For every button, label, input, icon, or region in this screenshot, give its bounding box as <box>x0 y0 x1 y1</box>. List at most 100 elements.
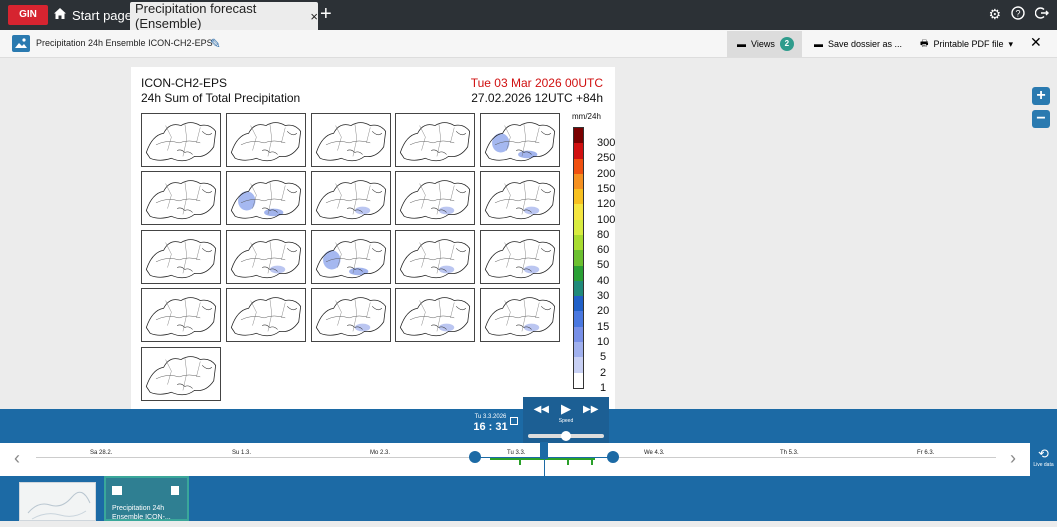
range-end-handle[interactable] <box>607 451 619 463</box>
figure-valid-time: Tue 03 Mar 2026 00UTC <box>470 76 603 90</box>
dossier-thumbnail[interactable] <box>19 482 96 521</box>
colorbar-label: 120 <box>597 198 616 211</box>
ensemble-member-map <box>395 113 475 167</box>
colorbar-segment <box>574 265 583 281</box>
colorbar-label: 20 <box>597 305 610 318</box>
current-time-display[interactable]: Tu 3.3.2026 16 : 31 <box>458 409 523 443</box>
colorbar-label: 300 <box>597 137 616 149</box>
colorbar-label: 2 <box>600 366 607 379</box>
range-start-handle[interactable] <box>469 451 481 463</box>
tab-start-page[interactable]: Start page <box>53 2 132 28</box>
live-data-label: Live data <box>1033 462 1054 468</box>
dossier-item-label: Precipitation 24h <box>112 505 165 512</box>
speed-slider-handle[interactable] <box>561 431 571 441</box>
colorbar-segment <box>574 204 583 220</box>
timeline-next-icon[interactable]: › <box>1010 448 1016 469</box>
views-label: Views <box>751 39 775 49</box>
timeline-prev-icon[interactable]: ‹ <box>14 448 20 469</box>
folder-icon: ▬ <box>737 39 746 49</box>
tab-precipitation-forecast[interactable]: Precipitation forecast (Ensemble) × <box>130 1 318 31</box>
timeline-day-label[interactable]: We 4.3. <box>644 450 665 456</box>
zoom-out-button[interactable]: − <box>1032 110 1050 128</box>
ensemble-member-map <box>141 347 221 401</box>
ensemble-member-map <box>311 171 391 225</box>
colorbar-label: 100 <box>597 213 616 226</box>
timeline-day-label[interactable]: Su 1.3. <box>232 450 251 456</box>
views-button[interactable]: ▬ Views 2 <box>727 31 802 57</box>
availability-tick <box>519 458 521 465</box>
colorbar <box>573 127 584 389</box>
logout-icon[interactable] <box>1034 6 1049 23</box>
history-icon: ⟲ <box>1038 446 1049 461</box>
colorbar-label: 15 <box>597 320 610 333</box>
colorbar-segment <box>574 128 583 144</box>
colorbar-segment <box>574 219 583 235</box>
timeline-day-label[interactable]: Fr 6.3. <box>917 450 934 456</box>
tab-label: Start page <box>72 7 132 23</box>
colorbar-segment <box>574 250 583 266</box>
colorbar-label: 40 <box>597 274 610 287</box>
timeline-day-label[interactable]: Sa 28.2. <box>90 450 112 456</box>
ensemble-member-map <box>395 288 475 342</box>
ensemble-member-map <box>395 171 475 225</box>
ensemble-member-map <box>141 171 221 225</box>
view-title: Precipitation 24h Ensemble ICON-CH2-EPS <box>36 38 213 48</box>
current-time-marker[interactable] <box>540 442 548 459</box>
play-icon[interactable]: ▶ <box>561 402 571 415</box>
fast-forward-icon[interactable]: ▶▶ <box>583 404 598 415</box>
colorbar-segment <box>574 158 583 174</box>
tab-label: Precipitation forecast (Ensemble) <box>135 1 257 31</box>
printer-icon: 🖶 <box>920 38 929 48</box>
pdf-label: Printable PDF file <box>933 39 1004 49</box>
close-tab-icon[interactable]: × <box>310 9 318 24</box>
availability-tick <box>591 458 593 465</box>
edit-pencil-icon[interactable]: ✎ <box>210 36 221 52</box>
dossier-item-active[interactable]: Precipitation 24h Ensemble ICON-... <box>104 476 189 521</box>
rewind-icon[interactable]: ◀◀ <box>534 404 549 415</box>
colorbar-segment <box>574 143 583 159</box>
ensemble-member-map <box>226 288 306 342</box>
ensemble-member-map <box>226 171 306 225</box>
colorbar-segment <box>574 372 583 388</box>
home-icon <box>53 7 67 23</box>
image-icon <box>112 486 122 495</box>
timeline-day-label[interactable]: Tu 3.3. <box>507 450 525 456</box>
speed-label: Speed <box>558 418 574 424</box>
colorbar-segment <box>574 326 583 342</box>
save-dossier-button[interactable]: ▬ Save dossier as ... <box>814 31 902 57</box>
current-time-line <box>544 459 545 476</box>
colorbar-label: 1 <box>600 381 607 394</box>
calendar-icon[interactable] <box>510 417 518 425</box>
figure-model-title: ICON-CH2-EPS <box>141 76 228 90</box>
ensemble-member-map <box>311 288 391 342</box>
colorbar-segment <box>574 280 583 297</box>
colorbar-segment <box>574 311 583 327</box>
timeline-day-label[interactable]: Mo 2.3. <box>370 450 390 456</box>
ensemble-member-map <box>226 113 306 167</box>
help-icon[interactable]: ? <box>1011 6 1025 23</box>
colorbar-label: 50 <box>597 259 610 272</box>
svg-text:?: ? <box>1015 9 1020 19</box>
printable-pdf-button[interactable]: 🖶 Printable PDF file ▾ <box>920 31 1013 57</box>
colorbar-segment <box>574 341 583 358</box>
colorbar-segment <box>574 296 583 312</box>
ensemble-member-map <box>480 113 560 167</box>
colorbar-label: 150 <box>597 182 616 195</box>
ensemble-member-map <box>395 230 475 284</box>
close-view-icon[interactable]: ✕ <box>1030 34 1042 51</box>
colorbar-label: 80 <box>597 228 610 241</box>
timeline-day-label[interactable]: Th 5.3. <box>780 450 799 456</box>
colorbar-unit: mm/24h <box>572 112 601 121</box>
save-dossier-label: Save dossier as ... <box>828 39 903 49</box>
folder-icon: ▬ <box>814 39 823 49</box>
trash-icon[interactable] <box>171 486 179 495</box>
playback-controls: ◀◀ ▶ ▶▶ Speed <box>523 397 609 443</box>
gear-icon[interactable]: ⚙ <box>988 6 1001 23</box>
colorbar-segment <box>574 173 583 190</box>
live-data-button[interactable]: ⟲ Live data <box>1030 443 1057 476</box>
zoom-in-button[interactable]: + <box>1032 87 1050 105</box>
add-tab-button[interactable]: + <box>320 3 332 25</box>
colorbar-label: 200 <box>597 167 616 180</box>
colorbar-segment <box>574 357 583 373</box>
colorbar-label: 30 <box>597 290 610 302</box>
